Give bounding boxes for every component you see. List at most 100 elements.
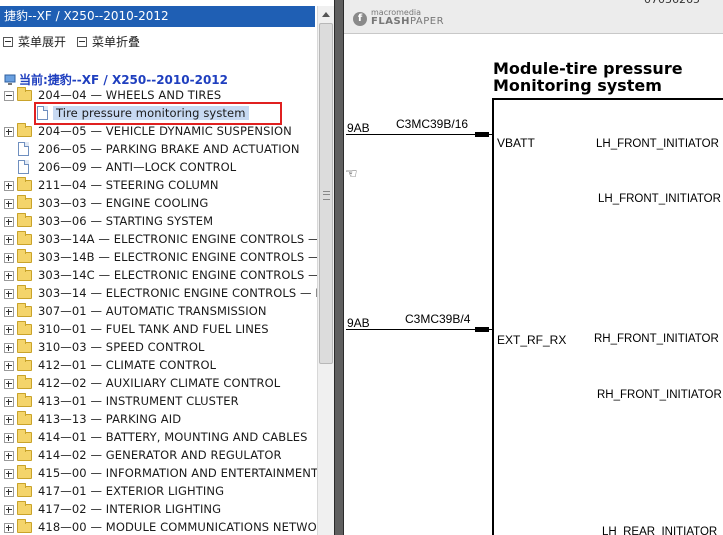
tree-item[interactable]: 418—00 — MODULE COMMUNICATIONS NETWOR	[0, 519, 318, 535]
scroll-thumb[interactable]	[319, 23, 333, 364]
tree-item-label: 310—03 — SPEED CONTROL	[38, 340, 205, 354]
expand-plus-icon[interactable]	[4, 253, 14, 263]
expand-plus-icon[interactable]	[4, 271, 14, 281]
collapse-menu-label: 菜单折叠	[92, 35, 141, 49]
folder-icon	[17, 465, 32, 479]
folder-icon	[17, 231, 32, 245]
folder-icon	[17, 123, 32, 137]
tree-item-label: 204—04 — WHEELS AND TIRES	[38, 88, 222, 102]
tree-item[interactable]: 303—14B — ELECTRONIC ENGINE CONTROLS —	[0, 249, 318, 267]
tree-item-label: 211—04 — STEERING COLUMN	[38, 178, 219, 192]
tree-item[interactable]: 412—02 — AUXILIARY CLIMATE CONTROL	[0, 375, 318, 393]
folder-icon	[17, 177, 32, 191]
expand-plus-icon[interactable]	[4, 505, 14, 515]
page-icon	[18, 142, 29, 156]
tree-item[interactable]: 412—01 — CLIMATE CONTROL	[0, 357, 318, 375]
expand-plus-icon[interactable]	[4, 127, 14, 137]
folder-icon	[17, 447, 32, 461]
tree-item[interactable]: 211—04 — STEERING COLUMN	[0, 177, 318, 195]
tree-item-label: 303—14B — ELECTRONIC ENGINE CONTROLS —	[38, 250, 318, 264]
tree-item-label: 417—02 — INTERIOR LIGHTING	[38, 502, 222, 516]
panel-splitter[interactable]	[334, 0, 344, 535]
folder-icon	[17, 483, 32, 497]
folder-icon	[17, 519, 32, 533]
tree-title-bar: 捷豹--XF / X250--2010-2012	[0, 6, 315, 27]
connector-pin	[475, 327, 489, 332]
tree-item[interactable]: 413—13 — PARKING AID	[0, 411, 318, 429]
tree-item[interactable]: 310—03 — SPEED CONTROL	[0, 339, 318, 357]
expand-menu-button[interactable]: 菜单展开	[3, 33, 66, 49]
flashpaper-logo-icon: f	[353, 12, 367, 26]
folder-icon	[17, 411, 32, 425]
tree-root-label: 当前:捷豹--XF / X250--2010-2012	[19, 73, 228, 87]
tree-item-label: 412—02 — AUXILIARY CLIMATE CONTROL	[38, 376, 281, 390]
folder-icon	[17, 429, 32, 443]
tree-item-label: 412—01 — CLIMATE CONTROL	[38, 358, 217, 372]
folder-icon	[17, 501, 32, 515]
tree-item[interactable]: 303—14 — ELECTRONIC ENGINE CONTROLS — F	[0, 285, 318, 303]
tree-item[interactable]: 206—09 — ANTI—LOCK CONTROL	[0, 159, 318, 177]
folder-icon	[17, 267, 32, 281]
tree-item[interactable]: 414—02 — GENERATOR AND REGULATOR	[0, 447, 318, 465]
collapse-menu-button[interactable]: 菜单折叠	[77, 33, 140, 49]
expand-plus-icon[interactable]	[4, 487, 14, 497]
expand-plus-icon[interactable]	[4, 469, 14, 479]
expand-plus-icon[interactable]	[4, 379, 14, 389]
connector-label: C3MC39B/4	[405, 312, 471, 326]
tree-item[interactable]: 303—06 — STARTING SYSTEM	[0, 213, 318, 231]
expand-plus-icon[interactable]	[4, 235, 14, 245]
folder-icon	[17, 87, 32, 101]
diagram-title-line2: Monitoring system	[493, 76, 662, 95]
folder-icon	[17, 285, 32, 299]
expand-plus-icon[interactable]	[4, 343, 14, 353]
folder-icon	[17, 321, 32, 335]
tree-item[interactable]: 206—05 — PARKING BRAKE AND ACTUATION	[0, 141, 318, 159]
pin-name-label: VBATT	[497, 136, 535, 150]
collapse-minus-icon[interactable]	[4, 91, 14, 101]
output-label: LH_FRONT_INITIATOR	[598, 193, 721, 205]
tree-item-label: 417—01 — EXTERIOR LIGHTING	[38, 484, 225, 498]
wire-gauge-label: 9AB	[347, 121, 370, 135]
folder-icon	[17, 339, 32, 353]
tree-item-label: 307—01 — AUTOMATIC TRANSMISSION	[38, 304, 267, 318]
tree-item[interactable]: 303—14A — ELECTRONIC ENGINE CONTROLS —	[0, 231, 318, 249]
expand-plus-icon[interactable]	[4, 523, 14, 533]
tree-item[interactable]: 414—01 — BATTERY, MOUNTING AND CABLES	[0, 429, 318, 447]
scroll-up-arrow-icon[interactable]	[318, 6, 335, 23]
tree-item-label: 204—05 — VEHICLE DYNAMIC SUSPENSION	[38, 124, 292, 138]
tree-item[interactable]: 303—03 — ENGINE COOLING	[0, 195, 318, 213]
expand-plus-icon[interactable]	[4, 325, 14, 335]
tree-item-label: 413—13 — PARKING AID	[38, 412, 182, 426]
expand-plus-icon[interactable]	[4, 307, 14, 317]
tree-item[interactable]: 307—01 — AUTOMATIC TRANSMISSION	[0, 303, 318, 321]
folder-icon	[17, 213, 32, 227]
expand-plus-icon[interactable]	[4, 181, 14, 191]
tree-item-label: 414—01 — BATTERY, MOUNTING AND CABLES	[38, 430, 308, 444]
expand-plus-icon[interactable]	[4, 433, 14, 443]
tree-item[interactable]: 417—01 — EXTERIOR LIGHTING	[0, 483, 318, 501]
tree-item[interactable]: 310—01 — FUEL TANK AND FUEL LINES	[0, 321, 318, 339]
tree-item-label: 310—01 — FUEL TANK AND FUEL LINES	[38, 322, 269, 336]
expand-plus-icon[interactable]	[4, 361, 14, 371]
tree-panel: 捷豹--XF / X250--2010-2012 菜单展开 菜单折叠 当前:捷豹…	[0, 0, 318, 535]
tree-root[interactable]: 当前:捷豹--XF / X250--2010-2012	[4, 69, 228, 87]
tree-scrollbar[interactable]	[317, 6, 335, 535]
tree-item[interactable]: 415—00 — INFORMATION AND ENTERTAINMENT	[0, 465, 318, 483]
expand-plus-icon[interactable]	[4, 451, 14, 461]
expand-plus-icon[interactable]	[4, 217, 14, 227]
expand-plus-icon[interactable]	[4, 289, 14, 299]
minus-square-icon	[77, 37, 87, 47]
tree-item[interactable]: 413—01 — INSTRUMENT CLUSTER	[0, 393, 318, 411]
module-box	[492, 98, 723, 535]
tree-item[interactable]: 417—02 — INTERIOR LIGHTING	[0, 501, 318, 519]
tree-item[interactable]: 303—14C — ELECTRONIC ENGINE CONTROLS —	[0, 267, 318, 285]
expand-plus-icon[interactable]	[4, 415, 14, 425]
expand-plus-icon[interactable]	[4, 397, 14, 407]
tree-item-label: 206—09 — ANTI—LOCK CONTROL	[38, 160, 237, 174]
wire-gauge-label: 9AB	[347, 316, 370, 330]
folder-icon	[17, 195, 32, 209]
expand-plus-icon[interactable]	[4, 199, 14, 209]
tree-item[interactable]: 204—05 — VEHICLE DYNAMIC SUSPENSION	[0, 123, 318, 141]
pin-name-label: EXT_RF_RX	[497, 333, 567, 347]
viewer-toolbar: 07036265 f macromedia FLASHPAPER	[344, 0, 723, 34]
